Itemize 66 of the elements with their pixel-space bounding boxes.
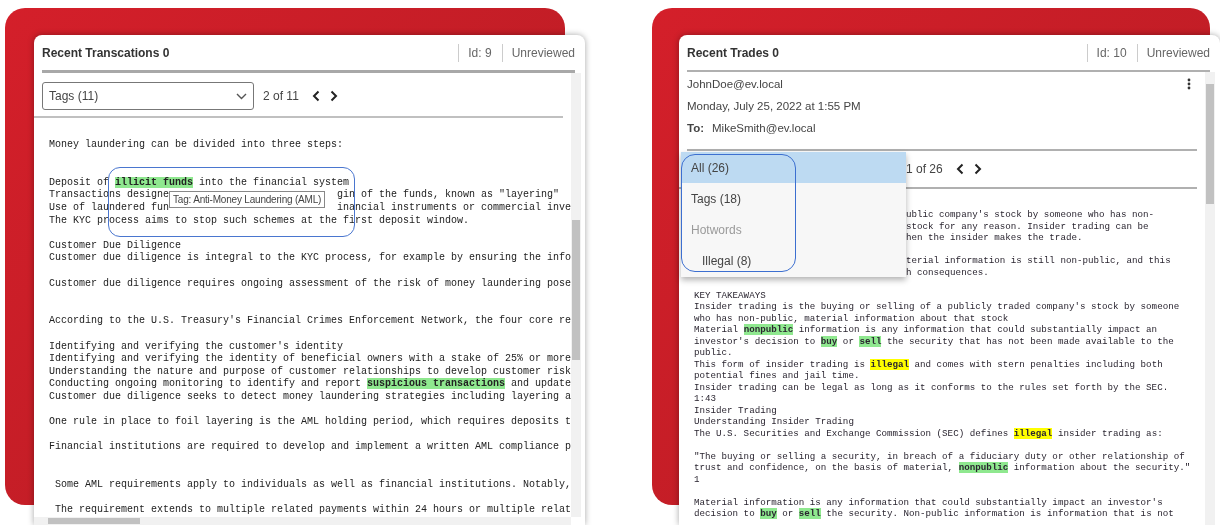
text-line: Understanding Insider Trading: [694, 416, 854, 428]
text-line: One rule in place to foil layering is the AML holding period, which requires deposits t: [49, 416, 572, 429]
chevron-right-icon: [973, 163, 982, 175]
text-line: potential fines and jail time.: [694, 370, 860, 382]
scrollbar[interactable]: [571, 73, 581, 517]
text-line: The requirement extends to multiple related payments within 24 hours or multiple relat: [54, 504, 572, 517]
text-line: According to the U.S. Treasury's Financial Crimes Enforcement Network, the four core re: [49, 315, 572, 328]
menu-item[interactable]: All (26): [681, 152, 906, 183]
text-line: Customer due diligence is integral to the KYC process, for example by ensuring the info: [49, 252, 572, 265]
text-line: Understanding the nature and purpose of customer relationships to develop customer risk: [49, 365, 572, 378]
filter-select[interactable]: Tags (11): [42, 82, 254, 110]
tooltip: Tag: Anti-Money Laundering (AML): [169, 191, 326, 209]
chevron-left-icon: [311, 90, 320, 102]
menu-group-label: Hotwords: [690, 221, 743, 239]
scrollbar-thumb[interactable]: [1206, 84, 1214, 204]
scrollbar-thumb[interactable]: [572, 220, 580, 360]
recipient-label: To:: [687, 122, 705, 134]
text-line: Insider trading can be legal as long as it conforms to the rules set forth by the SEC.: [694, 381, 1169, 393]
text-line: public.: [694, 347, 733, 359]
text-line: terial information is still non-public, and this: [906, 255, 1171, 267]
text-line: 1:43: [694, 393, 717, 405]
review-status: Unreviewed: [501, 43, 575, 62]
sender-email: JohnDoe@ev.local: [687, 78, 783, 90]
match-counter: 1 of 26: [906, 162, 943, 176]
text-line: Customer due diligence requires ongoing assessment of the risk of money laundering pose: [49, 277, 572, 291]
text-line: Money laundering can be divided into three steps:: [49, 139, 344, 152]
chevron-down-icon: [236, 92, 247, 100]
scrollbar[interactable]: [1205, 72, 1215, 525]
record-id: Id: 9: [458, 43, 492, 62]
text-line: gin of the funds, known as "layering": [337, 189, 560, 202]
chevron-right-icon: [329, 90, 338, 102]
panel-title: Recent Trades 0: [687, 45, 780, 60]
message-date: Monday, July 25, 2022 at 1:55 PM: [687, 100, 861, 112]
text-line: Identifying and verifying the identity of beneficial owners with a stake of 25% or more: [49, 353, 572, 366]
text-line: ublic company's stock by someone who has non-: [906, 209, 1155, 221]
text-line: Insider trading is the buying or selling of a publicly traded company's stock by someone: [694, 301, 1180, 313]
text-line: KEY TAKEAWAYS: [694, 289, 766, 301]
more-icon[interactable]: [1187, 78, 1191, 90]
text-line: This form of insider trading is illegal and comes with stern penalties including both: [694, 358, 1163, 370]
text-line: 1: [694, 473, 700, 485]
text-line: "The buying or selling a security, in breach of a fiduciary duty or other relationship of: [694, 450, 1185, 462]
text-line: who has non-public, material information about that stock: [694, 312, 1009, 324]
text-line: Material nonpublic information is any information that could substantially impact an: [694, 324, 1158, 336]
text-line: decision to buy or sell the security. Non-public information is information that is not: [694, 508, 1174, 520]
text-line: investor's decision to buy or sell the security that has not been made available to the: [694, 335, 1174, 347]
text-line: Financial institutions are required to develop and implement a written AML compliance p: [49, 441, 572, 454]
chevron-left-icon: [955, 163, 964, 175]
record-id: Id: 10: [1086, 43, 1127, 62]
text-line: The U.S. Securities and Exchange Commission (SEC) defines illegal insider trading as:: [694, 427, 1163, 439]
text-line: stock for any reason. Insider trading can be: [906, 220, 1149, 232]
review-status: Unreviewed: [1136, 43, 1210, 62]
text-line: Some AML requirements apply to individuals as well as financial institutions. Notably,: [54, 479, 572, 492]
text-line: hen the insider makes the trade.: [906, 232, 1083, 244]
text-line: trust and confidence, on the basis of material, nonpublic information about the security.": [694, 462, 1191, 474]
text-line: Customer due diligence seeks to detect money laundering strategies including layering a: [49, 390, 572, 404]
text-line: Customer Due Diligence: [49, 239, 182, 252]
scrollbar-thumb[interactable]: [48, 518, 140, 524]
panel-title: Recent Transcations 0: [42, 45, 170, 60]
match-counter: 2 of 11: [263, 89, 299, 103]
recipient-email: MikeSmith@ev.local: [712, 122, 816, 134]
text-line: Insider Trading: [694, 404, 777, 416]
text-line: Conducting ongoing monitoring to identify and report suspicious transactions and update: [49, 378, 572, 391]
text-line: h consequences.: [906, 266, 989, 278]
text-line: Identifying and verifying the customer's identity: [49, 340, 344, 353]
text-line: Material information is any information that could substantially impact an investor's: [694, 496, 1163, 508]
scrollbar[interactable]: [34, 517, 571, 525]
